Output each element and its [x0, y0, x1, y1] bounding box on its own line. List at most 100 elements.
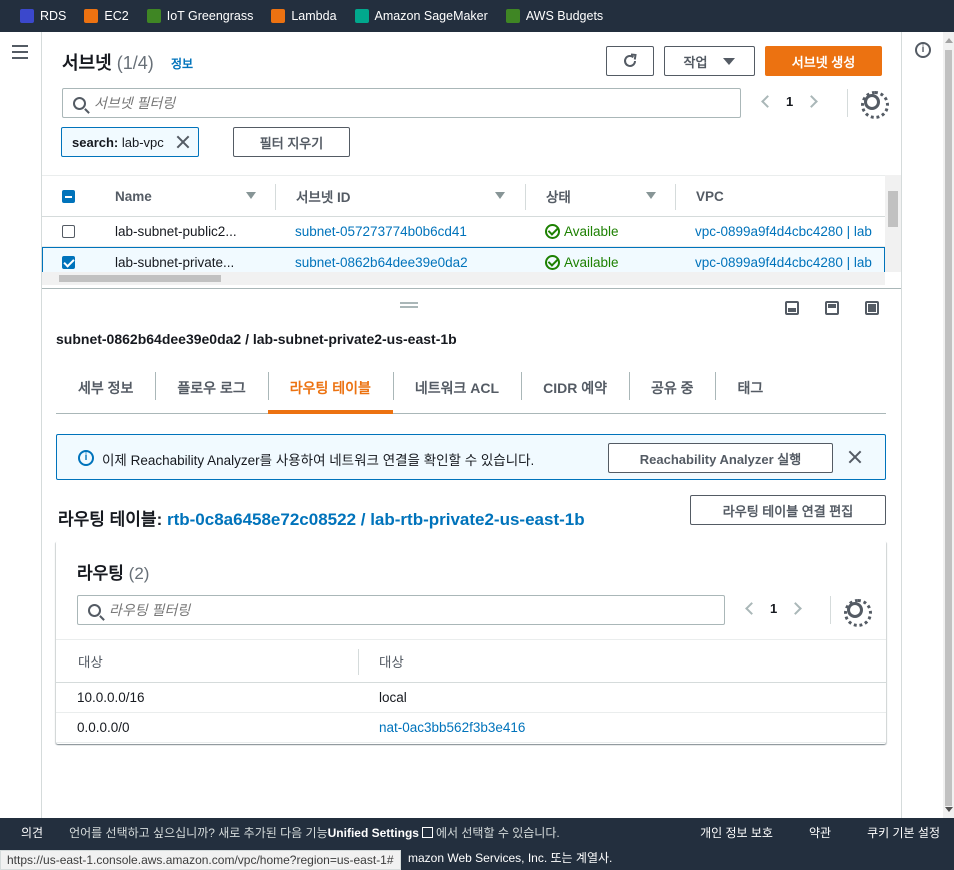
page-title: 서브넷 (1/4): [62, 53, 154, 73]
column-state[interactable]: 상태: [546, 176, 571, 216]
side-panel-icon[interactable]: [825, 301, 839, 315]
terms-link[interactable]: 약관: [809, 824, 831, 841]
info-link[interactable]: 정보: [171, 55, 193, 72]
tab-sharing[interactable]: 공유 중: [628, 364, 716, 412]
row-checkbox[interactable]: [62, 255, 75, 269]
routes-filter[interactable]: [77, 595, 725, 625]
page-scrollbar[interactable]: [943, 32, 954, 818]
tab-network-acl[interactable]: 네트워크 ACL: [392, 364, 521, 412]
column-target: 대상: [379, 655, 404, 670]
clear-filters-button[interactable]: 필터 지우기: [233, 127, 350, 157]
language-notice: 언어를 선택하고 싶으십니까? 새로 추가된 다음 기능Unified Sett…: [69, 826, 560, 840]
routes-table-header: 대상 대상: [56, 639, 886, 683]
maximize-panel-icon[interactable]: [865, 301, 879, 315]
chevron-right-icon[interactable]: [805, 95, 819, 108]
info-icon: i: [78, 450, 94, 466]
route-table-link[interactable]: rtb-0c8a6458e72c08522 / lab-rtb-private2…: [167, 510, 585, 529]
column-destination: 대상: [78, 655, 103, 670]
page-number[interactable]: 1: [786, 94, 793, 109]
subnet-filter-input[interactable]: [94, 95, 695, 111]
actions-dropdown[interactable]: 작업: [664, 46, 755, 76]
refresh-button[interactable]: [606, 46, 654, 76]
remove-token-icon[interactable]: [176, 135, 190, 149]
menu-icon[interactable]: [12, 45, 28, 63]
route-row: 0.0.0.0/0 nat-0ac3bb562f3b3e416: [56, 713, 886, 743]
subnet-filter[interactable]: [62, 88, 741, 118]
divider: [847, 89, 848, 117]
chevron-left-icon[interactable]: [761, 95, 774, 108]
route-row: 10.0.0.0/16 local: [56, 683, 886, 713]
settings-gear-icon[interactable]: [861, 91, 889, 119]
route-destination: 10.0.0.0/16: [77, 690, 145, 705]
favorite-sagemaker[interactable]: Amazon SageMaker: [354, 9, 488, 23]
page-number[interactable]: 1: [770, 601, 777, 616]
tab-route-table[interactable]: 라우팅 테이블: [267, 364, 394, 414]
search-icon: [73, 96, 86, 110]
reachability-analyzer-button[interactable]: Reachability Analyzer 실행: [608, 443, 833, 473]
lambda-icon: [271, 9, 286, 23]
resize-handle[interactable]: [400, 302, 418, 308]
rds-icon: [20, 9, 34, 23]
success-icon: [545, 254, 560, 270]
column-subnet-id[interactable]: 서브넷 ID: [296, 176, 351, 216]
sort-caret-icon[interactable]: [495, 192, 505, 199]
edit-route-table-association-button[interactable]: 라우팅 테이블 연결 편집: [690, 495, 886, 525]
scroll-down-arrow-icon[interactable]: [945, 807, 953, 812]
routes-filter-input[interactable]: [109, 602, 682, 618]
state-badge: Available: [564, 224, 619, 239]
route-table-heading: 라우팅 테이블: rtb-0c8a6458e72c08522 / lab-rtb…: [58, 510, 585, 529]
selection-count: (1/4): [116, 53, 154, 73]
bottom-panel-icon[interactable]: [785, 301, 799, 315]
subnet-id-link[interactable]: subnet-057273774b0b6cd41: [295, 217, 467, 246]
close-icon[interactable]: [848, 450, 862, 464]
token-value: lab-vpc: [121, 134, 164, 150]
tab-flow-logs[interactable]: 플로우 로그: [155, 364, 267, 412]
chevron-right-icon[interactable]: [789, 602, 803, 615]
tab-tags[interactable]: 태그: [715, 364, 785, 412]
tab-cidr-reservations[interactable]: CIDR 예약: [521, 364, 629, 412]
pagination: 1: [761, 94, 819, 109]
tab-details[interactable]: 세부 정보: [56, 364, 155, 412]
favorite-iot-greengrass[interactable]: IoT Greengrass: [146, 9, 253, 23]
route-destination: 0.0.0.0/0: [77, 720, 130, 735]
copyright: mazon Web Services, Inc. 또는 계열사.: [408, 851, 613, 865]
create-subnet-button[interactable]: 서브넷 생성: [765, 46, 882, 76]
table-vertical-scrollbar[interactable]: [885, 175, 901, 272]
unified-settings-link[interactable]: Unified Settings: [328, 826, 419, 840]
filter-token: search: lab-vpc: [61, 127, 199, 157]
search-icon: [88, 603, 101, 617]
table-horizontal-scrollbar[interactable]: [42, 272, 885, 285]
favorite-ec2[interactable]: EC2: [84, 9, 129, 23]
route-target-link[interactable]: nat-0ac3bb562f3b3e416: [379, 713, 525, 742]
feedback-link[interactable]: 의견: [21, 824, 43, 841]
table-row[interactable]: lab-subnet-public2... subnet-057273774b0…: [42, 217, 885, 247]
cookie-preferences-link[interactable]: 쿠키 기본 설정: [867, 824, 940, 841]
budgets-icon: [505, 9, 520, 23]
detail-title: subnet-0862b64dee39e0da2 / lab-subnet-pr…: [56, 331, 457, 347]
sort-caret-icon[interactable]: [246, 192, 256, 199]
info-alert: i 이제 Reachability Analyzer를 사용하여 네트워크 연결…: [56, 434, 886, 480]
info-panel-icon[interactable]: i: [915, 42, 931, 58]
favorite-budgets[interactable]: AWS Budgets: [505, 9, 603, 23]
column-vpc[interactable]: VPC: [696, 176, 724, 216]
settings-gear-icon[interactable]: [844, 599, 872, 627]
favorite-rds[interactable]: RDS: [20, 9, 66, 23]
sagemaker-icon: [354, 9, 369, 23]
favorite-lambda[interactable]: Lambda: [271, 9, 337, 23]
split-panel: subnet-0862b64dee39e0da2 / lab-subnet-pr…: [42, 289, 901, 818]
detail-tabs: 세부 정보 플로우 로그 라우팅 테이블 네트워크 ACL CIDR 예약 공유…: [56, 364, 886, 414]
column-name[interactable]: Name: [115, 176, 152, 216]
ec2-icon: [84, 9, 99, 23]
privacy-link[interactable]: 개인 정보 보호: [700, 824, 773, 841]
sort-caret-icon[interactable]: [646, 192, 656, 199]
row-checkbox[interactable]: [62, 225, 75, 238]
routes-pagination: 1: [745, 601, 803, 616]
select-all-checkbox[interactable]: [62, 189, 75, 203]
refresh-icon: [624, 53, 637, 67]
chevron-left-icon[interactable]: [745, 602, 758, 615]
scroll-up-arrow-icon[interactable]: [945, 38, 953, 43]
left-rail: [0, 32, 42, 818]
state-badge: Available: [564, 254, 619, 270]
vpc-link[interactable]: vpc-0899a9f4d4cbc4280 | lab: [695, 217, 872, 246]
status-bar-url: https://us-east-1.console.aws.amazon.com…: [0, 850, 401, 870]
